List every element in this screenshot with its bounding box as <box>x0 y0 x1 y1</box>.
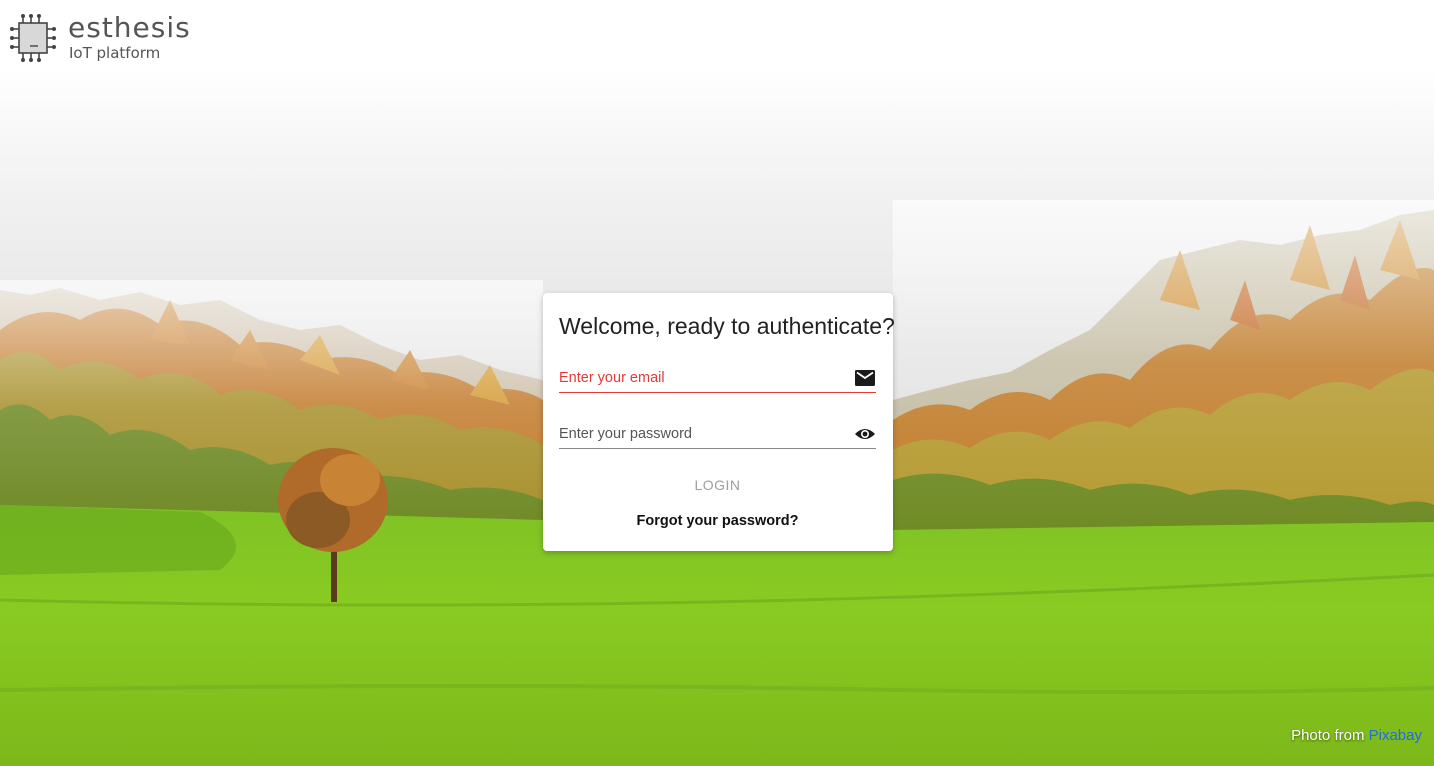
photo-credit: Photo from Pixabay <box>1291 727 1422 744</box>
password-placeholder[interactable]: Enter your password <box>559 424 854 444</box>
chip-icon <box>8 12 58 64</box>
mail-icon <box>854 367 876 389</box>
pixabay-link[interactable]: Pixabay <box>1369 727 1422 744</box>
eye-icon[interactable] <box>854 423 876 445</box>
password-field[interactable]: Enter your password <box>559 419 876 449</box>
login-title: Welcome, ready to authenticate? <box>559 313 895 339</box>
login-button[interactable]: LOGIN <box>559 475 876 495</box>
brand-logo: esthesis IoT platform <box>8 12 191 64</box>
brand-text: esthesis IoT platform <box>68 11 191 63</box>
credit-prefix: Photo from <box>1291 727 1365 744</box>
login-card: Welcome, ready to authenticate? Enter yo… <box>543 293 895 551</box>
email-field[interactable]: Enter your email <box>559 363 876 393</box>
brand-name: esthesis <box>68 11 191 44</box>
email-placeholder[interactable]: Enter your email <box>559 368 854 388</box>
forgot-password-button[interactable]: Forgot your password? <box>559 511 876 531</box>
brand-subtitle: IoT platform <box>69 44 161 62</box>
